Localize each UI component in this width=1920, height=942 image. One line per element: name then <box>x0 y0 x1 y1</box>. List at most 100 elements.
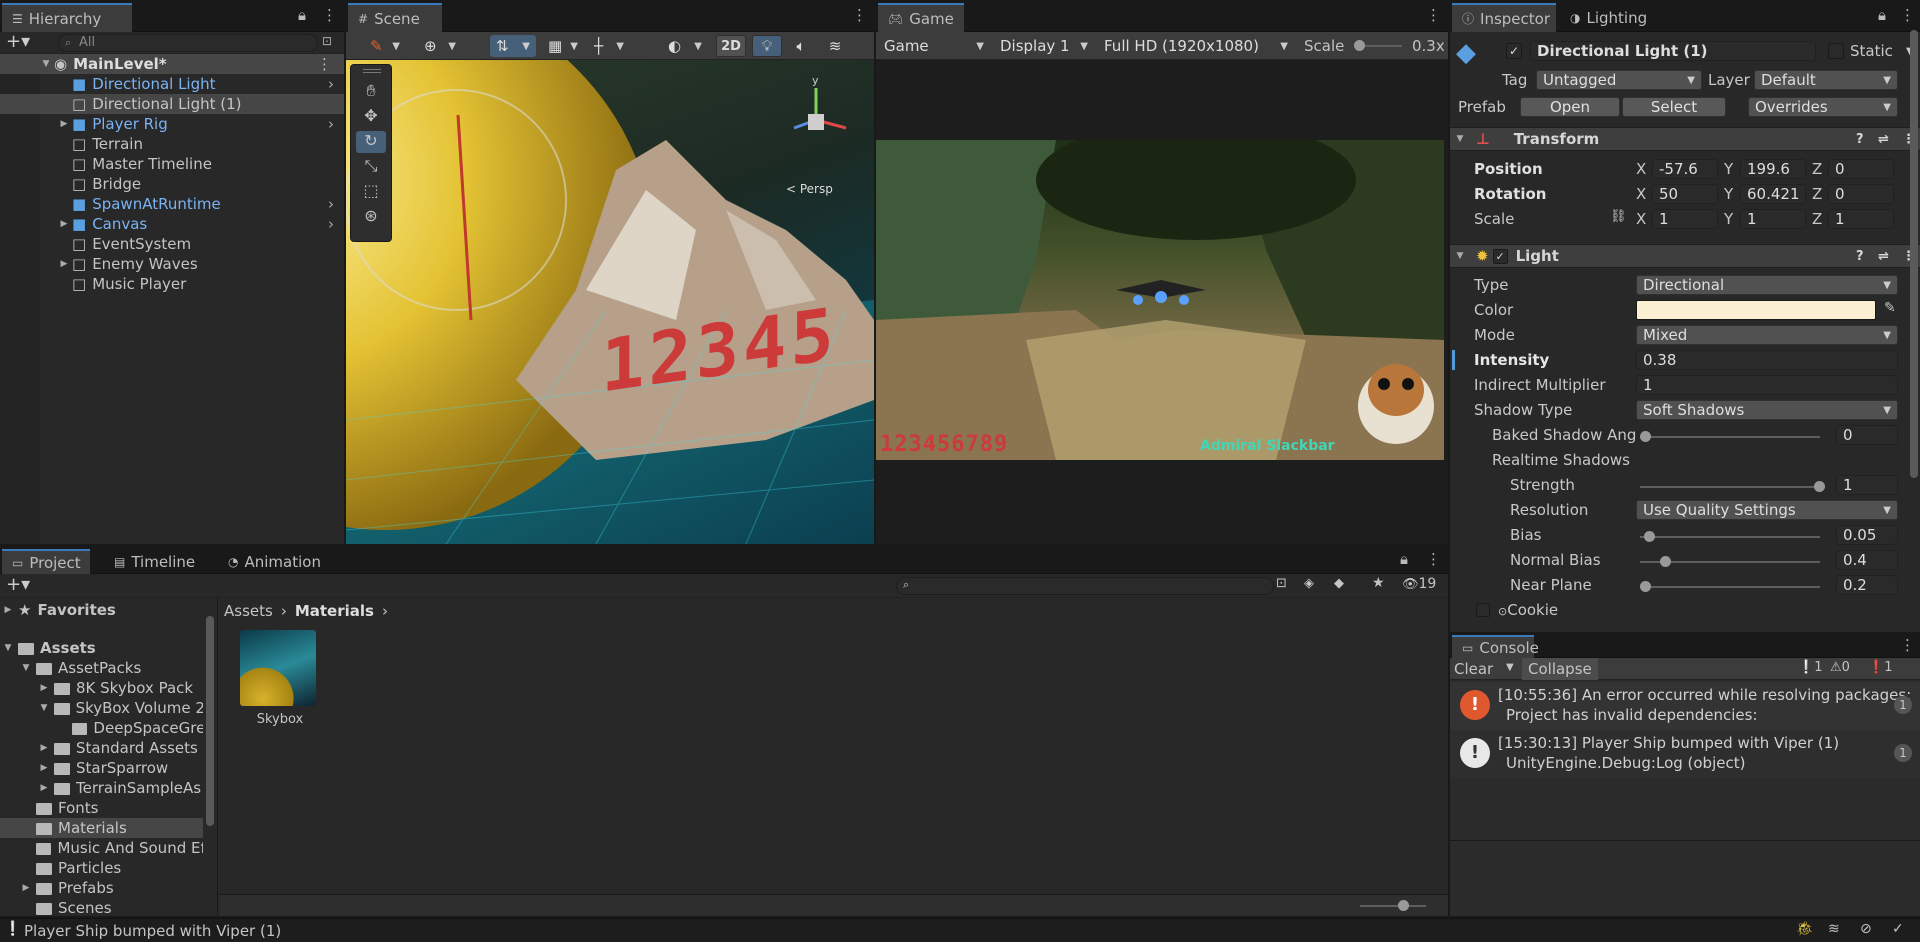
scale-tool-icon[interactable]: ⤡ <box>356 156 386 178</box>
tab-inspector[interactable]: ⓘ Inspector <box>1452 3 1556 32</box>
scale-x-field[interactable]: 1 <box>1652 209 1718 229</box>
lock-icon[interactable]: 🔒︎ <box>1400 550 1408 568</box>
rotation-x-field[interactable]: 50 <box>1652 184 1718 204</box>
gizmo-toggle[interactable]: ⇅ ▼ <box>490 35 536 57</box>
hierarchy-item[interactable]: □ Master Timeline <box>0 154 344 174</box>
expand-arrow-icon[interactable]: ▼ <box>40 59 52 69</box>
light-enabled-checkbox[interactable]: ✓ <box>1492 248 1508 264</box>
audio-toggle-button[interactable]: 🔈︎ <box>786 35 816 57</box>
slider-knob[interactable] <box>1398 900 1409 911</box>
normal-bias-field[interactable]: 0.4 <box>1836 550 1898 570</box>
drag-handle[interactable] <box>363 69 381 73</box>
static-checkbox[interactable] <box>1828 43 1844 59</box>
light-header[interactable]: ▼ ✹ ✓ Light ? ⇌ ⋮ <box>1450 244 1920 268</box>
scale-slider[interactable] <box>1354 40 1402 51</box>
toggle-2d-button[interactable]: 2D <box>716 35 746 57</box>
near-plane-slider[interactable] <box>1640 581 1820 592</box>
expand-arrow-icon[interactable]: ▶ <box>58 219 70 229</box>
preset-icon[interactable]: ⇌ <box>1878 249 1889 264</box>
rect-tool-icon[interactable]: ⬚ <box>356 181 386 203</box>
kebab-menu-icon[interactable]: ⋮ <box>1900 636 1915 654</box>
scale-slider-knob[interactable] <box>1354 40 1365 51</box>
chevron-right-icon[interactable]: › <box>328 215 334 233</box>
project-folder-item[interactable]: ▶ Standard Assets <box>0 738 203 758</box>
chevron-right-icon[interactable]: › <box>328 195 334 213</box>
tag-dropdown[interactable]: Untagged ▼ <box>1536 70 1702 90</box>
chevron-right-icon[interactable]: › <box>328 75 334 93</box>
scene-viewport[interactable]: 12345 ✋︎ ✥ ↻ ⤡ ⬚ ⊛ y < Persp <box>346 60 874 544</box>
debug-mode-icon[interactable]: 🐞︎ <box>1796 921 1814 937</box>
scale-y-field[interactable]: 1 <box>1740 209 1806 229</box>
indirect-multiplier-field[interactable]: 1 <box>1636 375 1898 395</box>
transform-tool-icon[interactable]: ⊛ <box>356 206 386 228</box>
project-folder-item[interactable]: Materials <box>0 818 203 838</box>
effects-toggle-button[interactable]: ≋ <box>820 35 850 57</box>
hierarchy-item[interactable]: □ Directional Light (1) <box>0 94 344 114</box>
active-checkbox[interactable]: ✓ <box>1506 43 1522 59</box>
bias-slider[interactable] <box>1640 531 1820 542</box>
hierarchy-item[interactable]: □ EventSystem <box>0 234 344 254</box>
expand-arrow-icon[interactable]: ▶ <box>58 259 70 269</box>
icon-size-slider[interactable] <box>1360 900 1426 911</box>
shadow-resolution-dropdown[interactable]: Use Quality Settings ▼ <box>1636 500 1898 520</box>
filter-label-icon[interactable]: ◆ <box>1334 576 1344 591</box>
draw-mode-dropdown[interactable]: ✎ ▼ <box>364 35 406 57</box>
tab-hierarchy[interactable]: ☰ Hierarchy <box>2 3 132 32</box>
project-folder-item[interactable]: ▼ AssetPacks <box>0 658 203 678</box>
expand-arrow-icon[interactable]: ▼ <box>38 703 50 713</box>
bias-field[interactable]: 0.05 <box>1836 525 1898 545</box>
hierarchy-item[interactable]: ▶ ■ Player Rig › <box>0 114 344 134</box>
lighting-toggle-button[interactable]: 💡︎ <box>752 35 782 57</box>
game-viewport[interactable]: 123456789 Admiral Slackbar <box>876 140 1444 460</box>
clear-button[interactable]: Clear <box>1454 660 1493 678</box>
cache-server-icon[interactable]: ≋ <box>1828 921 1840 937</box>
asset-item-skybox[interactable]: Skybox <box>240 630 320 740</box>
filter-type-icon[interactable]: ◈ <box>1304 576 1314 591</box>
search-by-type-icon[interactable]: ⊡ <box>1276 576 1287 591</box>
strength-field[interactable]: 1 <box>1836 475 1898 495</box>
prefab-open-button[interactable]: Open <box>1520 97 1620 117</box>
project-folder-item[interactable]: ▶ StarSparrow <box>0 758 203 778</box>
baked-shadow-angle-slider[interactable] <box>1640 431 1820 442</box>
lock-icon[interactable]: 🔒︎ <box>298 6 306 24</box>
collapse-button[interactable]: Collapse <box>1522 658 1598 680</box>
assets-root-item[interactable]: ▼ Assets <box>0 638 217 658</box>
expand-arrow-icon[interactable]: ▶ <box>20 883 32 893</box>
rotate-tool-icon[interactable]: ↻ <box>356 131 386 153</box>
display-dropdown[interactable]: Display 1 ▼ <box>994 35 1094 57</box>
log-filter-toggle[interactable]: ❕1 <box>1798 660 1822 675</box>
slider-knob[interactable] <box>1814 481 1825 492</box>
position-x-field[interactable]: -57.6 <box>1652 159 1718 179</box>
hierarchy-search-input[interactable]: ⌕ All <box>58 34 318 52</box>
hierarchy-item[interactable]: □ Bridge <box>0 174 344 194</box>
status-message[interactable]: Player Ship bumped with Viper (1) <box>24 922 281 940</box>
lock-icon[interactable]: 🔒︎ <box>1878 6 1886 24</box>
prefab-overrides-dropdown[interactable]: Overrides ▼ <box>1748 97 1898 117</box>
tab-animation[interactable]: ◔ Animation <box>218 549 328 574</box>
kebab-menu-icon[interactable]: ⋮ <box>852 6 867 24</box>
layer-dropdown[interactable]: Default ▼ <box>1754 70 1898 90</box>
shading-mode-dropdown[interactable]: ◐ ▼ <box>662 35 708 57</box>
breadcrumb-materials[interactable]: Materials <box>295 602 374 620</box>
slider-knob[interactable] <box>1640 581 1651 592</box>
kebab-menu-icon[interactable]: ⋮ <box>1900 6 1915 24</box>
kebab-menu-icon[interactable]: ⋮ <box>317 55 332 73</box>
favorite-star-icon[interactable]: ★ <box>1372 575 1385 591</box>
light-mode-dropdown[interactable]: Mixed ▼ <box>1636 325 1898 345</box>
console-entry[interactable]: ! [10:55:36] An error occurred while reso… <box>1450 682 1920 730</box>
object-name-field[interactable]: Directional Light (1) <box>1530 41 1816 61</box>
cookie-checkbox[interactable] <box>1476 603 1490 617</box>
expand-arrow-icon[interactable]: ▼ <box>2 643 14 653</box>
slider-knob[interactable] <box>1660 556 1671 567</box>
add-icon[interactable]: +▾ <box>6 31 30 52</box>
hierarchy-item[interactable]: ▶ □ Enemy Waves <box>0 254 344 274</box>
project-folder-item[interactable]: Fonts <box>0 798 203 818</box>
hierarchy-item[interactable]: ■ Directional Light › <box>0 74 344 94</box>
slider-knob[interactable] <box>1640 431 1651 442</box>
position-y-field[interactable]: 199.6 <box>1740 159 1806 179</box>
tab-scene[interactable]: # Scene <box>348 3 442 32</box>
preset-icon[interactable]: ⇌ <box>1878 132 1889 147</box>
expand-arrow-icon[interactable]: ▶ <box>38 743 50 753</box>
hierarchy-item[interactable]: □ Music Player <box>0 274 344 294</box>
create-icon[interactable]: +▾ <box>6 574 30 595</box>
